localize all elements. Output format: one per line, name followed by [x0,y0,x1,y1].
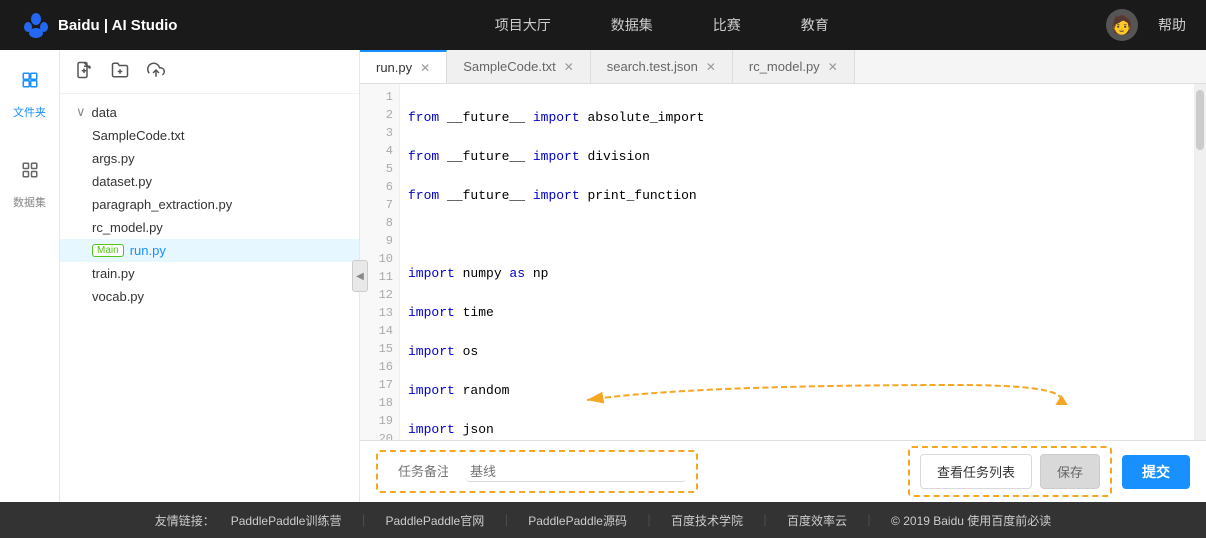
tab-label: search.test.json [607,59,698,74]
bottom-toolbar: 查看任务列表 保存 提交 [360,440,1206,502]
new-folder-button[interactable] [108,58,132,85]
file-args[interactable]: args.py [60,147,359,170]
nav-right: 🧑 帮助 [1106,9,1186,41]
tab-close-rcmodel[interactable]: ✕ [828,61,838,73]
file-name: run.py [130,243,166,258]
submit-button[interactable]: 提交 [1122,455,1190,489]
code-lines: from __future__ import absolute_import f… [400,84,1194,440]
file-panel: ∨ data SampleCode.txt args.py dataset.py… [60,50,360,502]
collapse-panel-button[interactable]: ◀ [352,260,368,292]
nav-links: 项目大厅 数据集 比赛 教育 [217,11,1106,39]
task-note-input[interactable] [388,458,458,485]
file-samplecode[interactable]: SampleCode.txt [60,124,359,147]
main-badge: Main [92,244,124,257]
tab-close-run[interactable]: ✕ [420,62,430,74]
nav-competition[interactable]: 比赛 [713,11,741,39]
topnav: Baidu | AI Studio 项目大厅 数据集 比赛 教育 🧑 帮助 [0,0,1206,50]
footer-link-source[interactable]: PaddlePaddle源码 [528,512,627,529]
sidebar-item-files[interactable] [10,60,50,100]
editor-area: ◀ run.py ✕ SampleCode.txt ✕ search.test.… [360,50,1206,502]
file-panel-toolbar [60,50,359,94]
nav-projects[interactable]: 项目大厅 [495,11,551,39]
tab-label: rc_model.py [749,59,820,74]
footer-link-official[interactable]: PaddlePaddle官网 [385,512,484,529]
save-button[interactable]: 保存 [1040,454,1100,489]
caret-icon: ∨ [76,104,86,120]
file-name: SampleCode.txt [92,128,185,143]
brand-text: Baidu | AI Studio [58,17,177,34]
tab-run-py[interactable]: run.py ✕ [360,50,447,83]
file-name: vocab.py [92,289,144,304]
footer: 友情链接： PaddlePaddle训练营 ｜ PaddlePaddle官网 ｜… [0,502,1206,538]
new-file-button[interactable] [72,58,96,85]
tab-rcmodel[interactable]: rc_model.py ✕ [733,50,855,83]
tab-close-samplecode[interactable]: ✕ [564,61,574,73]
bottom-area: 查看任务列表 保存 提交 [360,440,1206,502]
tab-samplecode[interactable]: SampleCode.txt ✕ [447,50,591,83]
footer-copyright: © 2019 Baidu 使用百度前必读 [891,512,1051,529]
scrollbar-thumb[interactable] [1196,90,1204,150]
tab-label: SampleCode.txt [463,59,556,74]
tab-label: run.py [376,60,412,75]
footer-link-cloud[interactable]: 百度效率云 [787,512,847,529]
file-train[interactable]: train.py [60,262,359,285]
file-name: dataset.py [92,174,152,189]
footer-link-camp[interactable]: PaddlePaddle训练营 [231,512,342,529]
file-run[interactable]: Main run.py [60,239,359,262]
file-dataset[interactable]: dataset.py [60,170,359,193]
file-vocab[interactable]: vocab.py [60,285,359,308]
file-name: paragraph_extraction.py [92,197,232,212]
nav-help[interactable]: 帮助 [1158,11,1186,39]
footer-link-academy[interactable]: 百度技术学院 [671,512,743,529]
code-editor[interactable]: 1234 5678 9101112 13141516 17181920 2122… [360,84,1194,440]
main-layout: 文件夹 数据集 [0,50,1206,502]
baseline-input[interactable] [466,462,686,482]
folder-data[interactable]: ∨ data [60,100,359,124]
logo[interactable]: Baidu | AI Studio [20,9,177,41]
nav-datasets[interactable]: 数据集 [611,11,653,39]
sidebar-item-datasets[interactable] [10,150,50,190]
tabs-bar: run.py ✕ SampleCode.txt ✕ search.test.js… [360,50,1206,84]
editor-scrollbar[interactable] [1194,84,1206,440]
folder-name: data [92,105,117,120]
file-paragraph[interactable]: paragraph_extraction.py [60,193,359,216]
nav-education[interactable]: 教育 [801,11,829,39]
file-name: train.py [92,266,135,281]
file-rcmodel[interactable]: rc_model.py [60,216,359,239]
file-name: rc_model.py [92,220,163,235]
tab-search-json[interactable]: search.test.json ✕ [591,50,733,83]
sidebar-files-label: 文件夹 [13,104,46,120]
tab-close-search[interactable]: ✕ [706,61,716,73]
sidebar: 文件夹 数据集 [0,50,60,502]
file-tree: ∨ data SampleCode.txt args.py dataset.py… [60,94,359,502]
file-name: args.py [92,151,135,166]
upload-button[interactable] [144,58,168,85]
avatar[interactable]: 🧑 [1106,9,1138,41]
sidebar-datasets-label: 数据集 [13,194,46,210]
footer-prefix: 友情链接： [155,512,215,529]
view-task-list-button[interactable]: 查看任务列表 [920,454,1032,489]
